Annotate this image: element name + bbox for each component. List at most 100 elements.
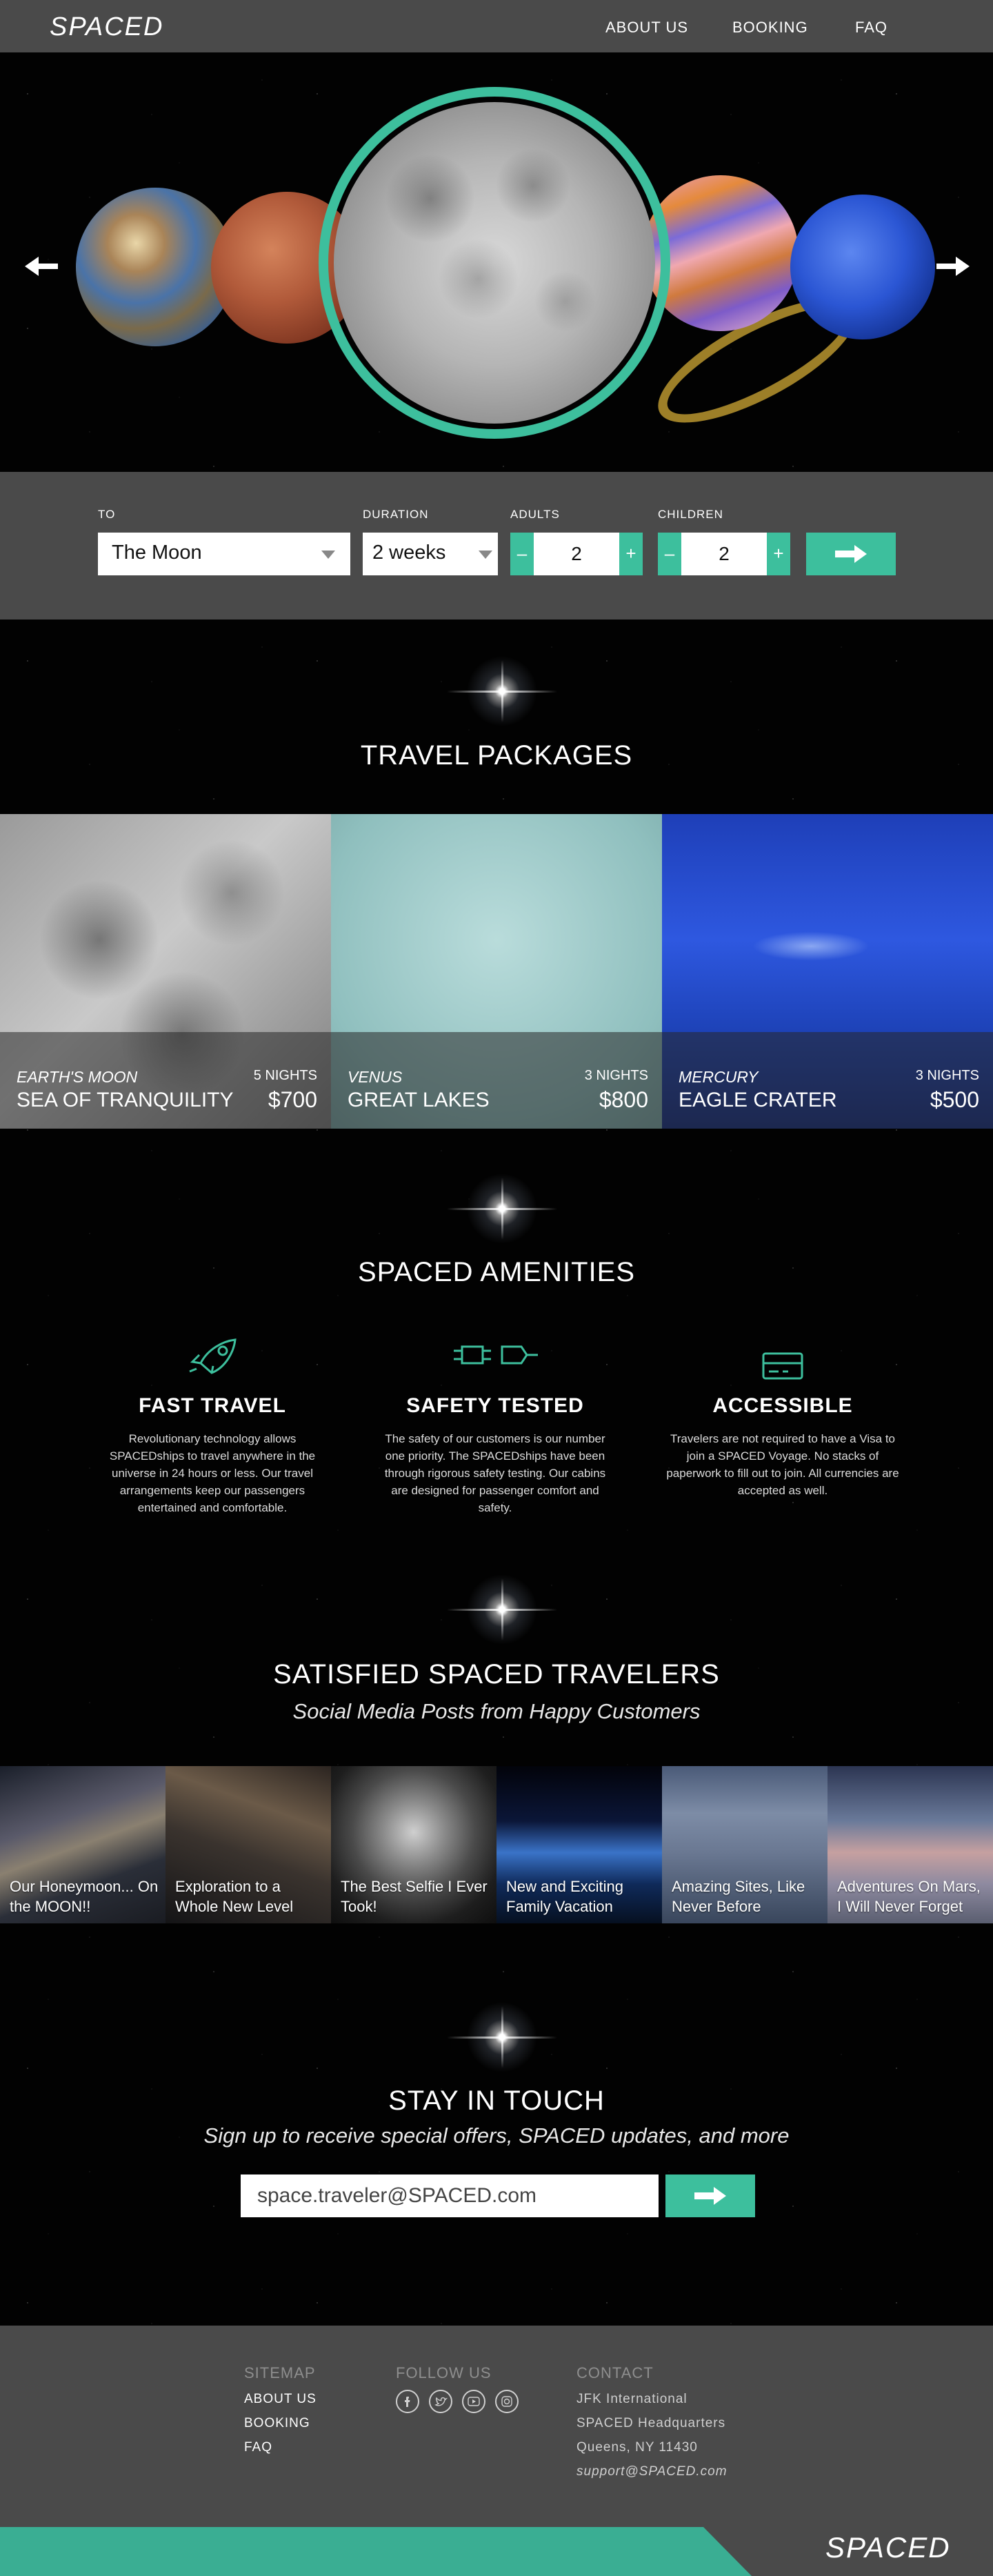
adults-count[interactable]: 2 <box>534 533 619 575</box>
package-caption: VENUS GREAT LAKES 3 NIGHTS $800 <box>331 1032 662 1129</box>
footer-link-booking[interactable]: BOOKING <box>244 2416 310 2431</box>
children-count[interactable]: 2 <box>681 533 767 575</box>
youtube-icon[interactable] <box>462 2390 485 2413</box>
package-location: EARTH'S MOON <box>17 1068 138 1086</box>
duration-value: 2 weeks <box>372 542 446 564</box>
package-location: VENUS <box>348 1068 403 1086</box>
moon-planet[interactable] <box>334 102 655 424</box>
package-price: $500 <box>930 1087 979 1112</box>
package-nights: 3 NIGHTS <box>915 1068 979 1083</box>
caret-down-icon <box>479 551 492 559</box>
traveler-post[interactable]: The Best Selfie I Ever Took! <box>331 1766 496 1923</box>
adults-decrement-button[interactable]: – <box>510 533 534 575</box>
travelers-title: SATISFIED SPACED TRAVELERS <box>273 1659 720 1690</box>
post-caption: Adventures On Mars, I Will Never Forget <box>837 1878 981 1915</box>
traveler-post[interactable]: Adventures On Mars, I Will Never Forget <box>828 1766 993 1923</box>
nav-booking[interactable]: BOOKING <box>732 19 808 37</box>
adults-label: ADULTS <box>510 508 560 521</box>
plug-icon <box>452 1343 541 1371</box>
credit-card-icon <box>762 1352 803 1383</box>
contact-line: JFK International <box>576 2392 688 2406</box>
package-name: SEA OF TRANQUILITY <box>17 1089 234 1111</box>
package-price: $800 <box>599 1087 648 1112</box>
footer-logo[interactable]: SPACED <box>825 2531 951 2564</box>
star-sparkle-icon <box>501 660 503 722</box>
facebook-icon[interactable] <box>396 2390 419 2413</box>
amenity-title: ACCESSIBLE <box>712 1394 853 1417</box>
destination-value: The Moon <box>112 542 202 564</box>
traveler-post[interactable]: Exploration to a Whole New Level <box>166 1766 331 1923</box>
nav-faq[interactable]: FAQ <box>855 19 887 37</box>
contact-heading: CONTACT <box>576 2364 654 2381</box>
duration-select[interactable]: 2 weeks <box>363 533 498 575</box>
twitter-icon[interactable] <box>429 2390 452 2413</box>
sitemap-heading: SITEMAP <box>244 2364 316 2381</box>
arrow-right-icon <box>835 545 867 563</box>
traveler-post[interactable]: Amazing Sites, Like Never Before <box>662 1766 828 1923</box>
nav-about-us[interactable]: ABOUT US <box>605 19 688 37</box>
package-card[interactable]: VENUS GREAT LAKES 3 NIGHTS $800 <box>331 814 662 1129</box>
planet-carousel <box>0 52 993 472</box>
star-sparkle-icon <box>501 2006 503 2068</box>
footer-accent-band <box>0 2527 752 2576</box>
duration-label: DURATION <box>363 508 429 521</box>
children-increment-button[interactable]: + <box>767 533 790 575</box>
package-location: MERCURY <box>679 1068 759 1086</box>
package-name: GREAT LAKES <box>348 1089 490 1111</box>
package-name: EAGLE CRATER <box>679 1089 837 1111</box>
carousel-prev-button[interactable] <box>22 252 61 280</box>
search-submit-button[interactable] <box>806 533 896 575</box>
newsletter-title: STAY IN TOUCH <box>388 2085 605 2116</box>
package-card[interactable]: MERCURY EAGLE CRATER 3 NIGHTS $500 <box>662 814 993 1129</box>
amenity-title: FAST TRAVEL <box>139 1394 286 1417</box>
packages-title: TRAVEL PACKAGES <box>360 740 633 771</box>
package-caption: MERCURY EAGLE CRATER 3 NIGHTS $500 <box>662 1032 993 1129</box>
star-sparkle-icon <box>501 1578 503 1641</box>
package-caption: EARTH'S MOON SEA OF TRANQUILITY 5 NIGHTS… <box>0 1032 331 1129</box>
amenity-description: Revolutionary technology allows SPACEDsh… <box>109 1432 316 1514</box>
contact-line: SPACED Headquarters <box>576 2416 726 2430</box>
contact-email-link[interactable]: support@SPACED.com <box>576 2464 728 2479</box>
traveler-post[interactable]: New and Exciting Family Vacation <box>496 1766 662 1923</box>
post-caption: Our Honeymoon... On the MOON!! <box>10 1878 159 1915</box>
children-decrement-button[interactable]: – <box>658 533 681 575</box>
contact-line: Queens, NY 11430 <box>576 2440 698 2455</box>
footer-link-faq[interactable]: FAQ <box>244 2440 272 2455</box>
post-caption: Exploration to a Whole New Level <box>175 1878 294 1915</box>
traveler-post[interactable]: Our Honeymoon... On the MOON!! <box>0 1766 166 1923</box>
site-footer: SITEMAP ABOUT US BOOKING FAQ FOLLOW US C… <box>0 2326 993 2576</box>
email-field[interactable] <box>241 2174 659 2217</box>
package-card[interactable]: EARTH'S MOON SEA OF TRANQUILITY 5 NIGHTS… <box>0 814 331 1129</box>
destination-select[interactable]: The Moon <box>98 533 350 575</box>
adults-increment-button[interactable]: + <box>619 533 643 575</box>
booking-form: TO The Moon DURATION 2 weeks ADULTS – 2 … <box>0 472 993 620</box>
arrow-left-icon <box>25 257 58 276</box>
travelers-subtitle: Social Media Posts from Happy Customers <box>292 1699 701 1723</box>
package-nights: 5 NIGHTS <box>253 1068 317 1083</box>
star-sparkle-icon <box>501 1178 503 1240</box>
instagram-icon[interactable] <box>495 2390 519 2413</box>
to-label: TO <box>98 508 116 521</box>
carousel-next-button[interactable] <box>934 252 972 280</box>
neptune-planet[interactable] <box>790 195 935 339</box>
follow-us-heading: FOLLOW US <box>396 2364 492 2381</box>
package-price: $700 <box>268 1087 317 1112</box>
post-caption: Amazing Sites, Like Never Before <box>672 1878 805 1915</box>
post-caption: The Best Selfie I Ever Took! <box>341 1878 488 1915</box>
rocket-icon <box>187 1336 242 1378</box>
newsletter-subtitle: Sign up to receive special offers, SPACE… <box>203 2123 790 2148</box>
newsletter-submit-button[interactable] <box>665 2174 755 2217</box>
arrow-right-icon <box>694 2187 726 2205</box>
footer-link-about-us[interactable]: ABOUT US <box>244 2392 317 2407</box>
package-nights: 3 NIGHTS <box>584 1068 648 1083</box>
amenities-title: SPACED AMENITIES <box>357 1257 635 1287</box>
site-logo[interactable]: SPACED <box>50 12 163 42</box>
amenity-description: Travelers are not required to have a Vis… <box>666 1432 899 1497</box>
caret-down-icon <box>321 551 335 559</box>
arrow-right-icon <box>936 257 970 276</box>
post-caption: New and Exciting Family Vacation <box>506 1878 623 1915</box>
amenity-title: SAFETY TESTED <box>406 1394 584 1417</box>
children-label: CHILDREN <box>658 508 723 521</box>
amenity-description: The safety of our customers is our numbe… <box>384 1432 606 1514</box>
site-header: SPACED ABOUT US BOOKING FAQ <box>0 0 993 52</box>
